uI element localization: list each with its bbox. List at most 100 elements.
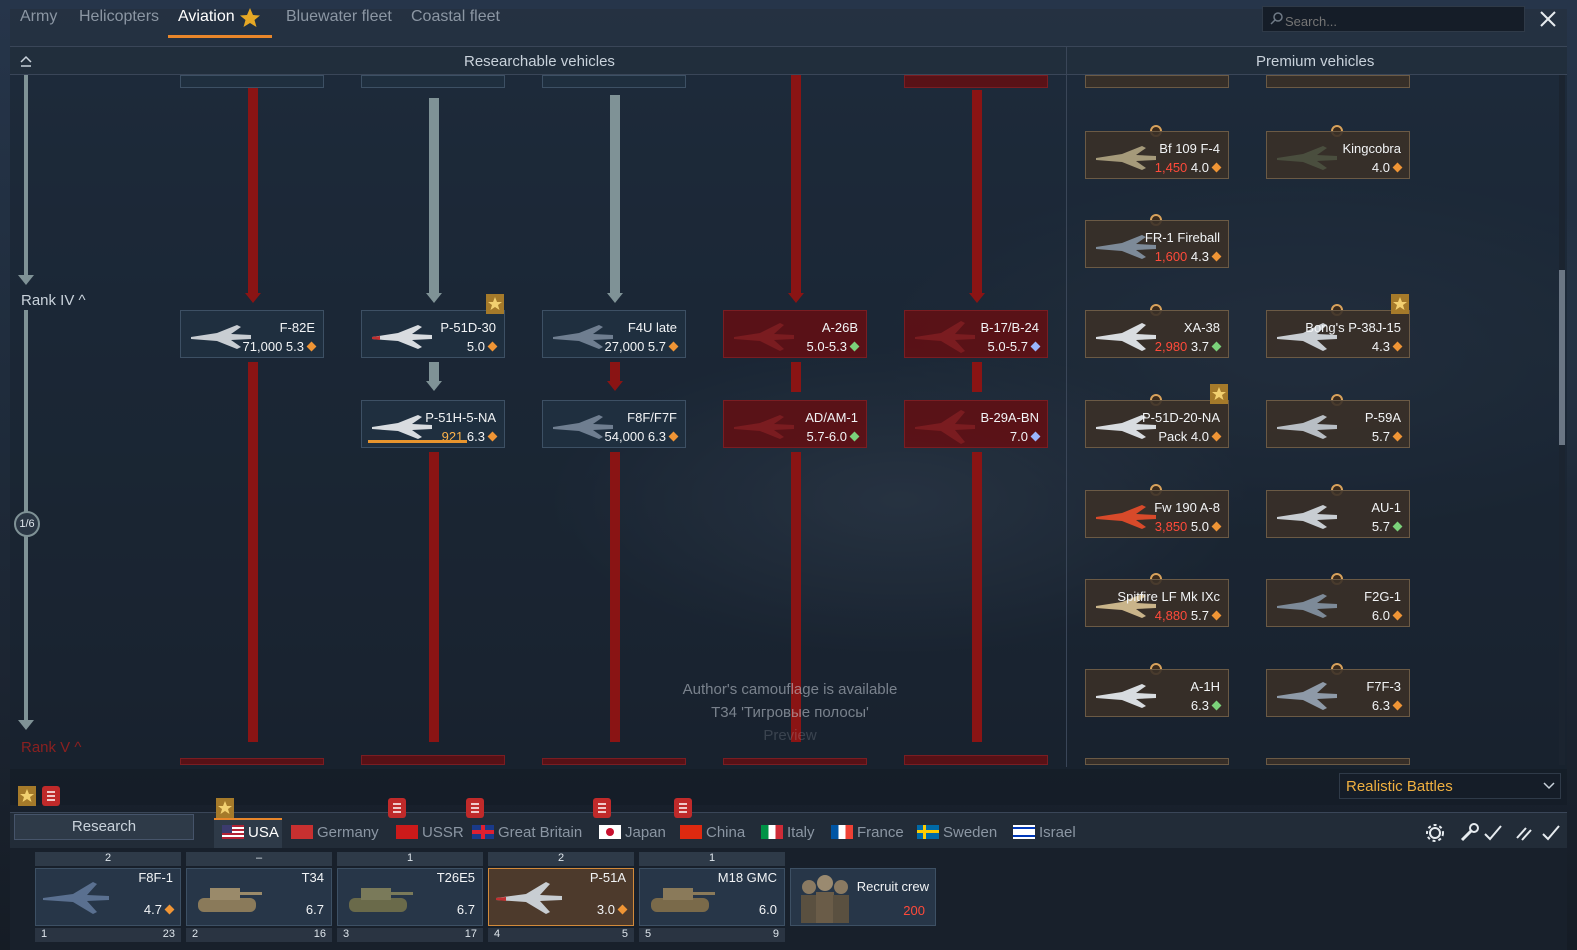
vehicle-name: B-17/B-24	[980, 320, 1039, 335]
tree-line	[791, 75, 801, 294]
recruit-crew-button[interactable]: Recruit crew 200	[790, 868, 936, 926]
premium-card-partial[interactable]	[1266, 758, 1410, 765]
vehicle-card-partial[interactable]	[361, 75, 505, 88]
premium-card-fr1-fireball[interactable]: FR-1 Fireball 1,600 4.3	[1085, 220, 1229, 268]
premium-card-partial[interactable]	[1085, 758, 1229, 765]
wrench-icon[interactable]	[1458, 823, 1480, 843]
rank-v-label: Rank V ^	[21, 739, 82, 756]
premium-card-xa38[interactable]: XA-38 2,980 3.7	[1085, 310, 1229, 358]
vehicle-card-partial[interactable]	[180, 75, 324, 88]
research-progress-bar	[368, 440, 467, 443]
nation-germany[interactable]: Germany	[291, 824, 379, 841]
crew-slot-5[interactable]: 1 M18 GMC 6.0 59	[639, 852, 785, 944]
crew-slot-2[interactable]: – T34 6.7 2 16	[186, 852, 332, 944]
premium-card-bf109-f4[interactable]: Bf 109 F-4 1,450 4.0	[1085, 131, 1229, 179]
vehicle-card-a26b[interactable]: A-26B 5.0-5.3	[723, 310, 867, 358]
crew-slot-3[interactable]: 1 T26E5 6.7 3 17	[337, 852, 483, 944]
preview-link[interactable]: Preview	[640, 724, 940, 747]
collapse-chevron-icon[interactable]	[18, 54, 34, 68]
tab-aviation[interactable]: Aviation	[178, 8, 235, 26]
tree-scrollbar-thumb[interactable]	[1559, 270, 1565, 445]
premium-card-p59a[interactable]: P-59A 5.7	[1266, 400, 1410, 448]
vehicle-card-b29a-bn[interactable]: B-29A-BN 7.0	[904, 400, 1048, 448]
nation-great-britain[interactable]: Great Britain	[472, 824, 582, 841]
tab-helicopters[interactable]: Helicopters	[79, 8, 159, 26]
nation-japan[interactable]: Japan	[599, 824, 666, 841]
crew-slot-4[interactable]: 2 P-51A 3.0 45	[488, 852, 634, 944]
vehicle-stats: 4.3	[1372, 339, 1403, 354]
premium-card-p51d-20-na[interactable]: P-51D-20-NA Pack 4.0	[1085, 400, 1229, 448]
premium-card-spitfire-lf-mk-ixc[interactable]: Spitfire LF Mk IXc 4,880 5.7	[1085, 579, 1229, 627]
slot-top-count: –	[186, 852, 332, 866]
vehicle-br: 3.0	[597, 902, 628, 917]
aircraft-icon	[1096, 146, 1156, 170]
tab-army[interactable]: Army	[20, 8, 57, 26]
vehicle-card-partial[interactable]	[904, 75, 1048, 88]
premium-card-fw190-a8[interactable]: Fw 190 A-8 3,850 5.0	[1085, 490, 1229, 538]
gold-star-badge-icon	[486, 294, 504, 314]
close-icon[interactable]	[1536, 7, 1560, 31]
tank-icon	[651, 888, 715, 912]
nation-israel[interactable]: Israel	[1013, 824, 1076, 841]
vehicle-name: AD/AM-1	[805, 410, 858, 425]
vehicle-card-partial[interactable]	[542, 75, 686, 88]
premium-card-f7f3[interactable]: F7F-3 6.3	[1266, 669, 1410, 717]
nation-usa[interactable]: USA	[222, 824, 279, 841]
tab-coastal-fleet[interactable]: Coastal fleet	[411, 8, 500, 26]
vehicle-card-f8f-f7f[interactable]: F8F/F7F 54,000 6.3	[542, 400, 686, 448]
vehicle-name: P-51H-5-NA	[425, 410, 496, 425]
premium-card-au1[interactable]: AU-1 5.7	[1266, 490, 1410, 538]
premium-card-kingcobra[interactable]: Kingcobra 4.0	[1266, 131, 1410, 179]
nation-italy[interactable]: Italy	[761, 824, 815, 841]
search-input[interactable]	[1262, 6, 1525, 32]
premium-card-a1h[interactable]: A-1H 6.3	[1085, 669, 1229, 717]
nation-ussr[interactable]: USSR	[396, 824, 464, 841]
vehicle-stats: 71,000 5.3	[243, 339, 317, 354]
vehicle-card-f82e[interactable]: F-82E 71,000 5.3	[180, 310, 324, 358]
vehicle-card-partial[interactable]	[723, 758, 867, 765]
tree-arrow	[426, 293, 442, 303]
tab-bluewater-fleet[interactable]: Bluewater fleet	[286, 8, 392, 26]
vehicle-card-p51d-30[interactable]: P-51D-30 5.0	[361, 310, 505, 358]
vehicle-stats: 5.0-5.7	[988, 339, 1041, 354]
checkbox-icon[interactable]	[1540, 823, 1562, 843]
game-mode-select[interactable]: Realistic Battles	[1339, 773, 1561, 799]
nation-china[interactable]: China	[680, 824, 745, 841]
vehicle-card-p51h-5-na[interactable]: P-51H-5-NA 921 6.3	[361, 400, 505, 448]
page-indicator[interactable]: 1/6	[14, 511, 40, 537]
gold-star-badge-icon	[216, 798, 234, 818]
vehicle-card-partial[interactable]	[904, 755, 1048, 765]
tree-line	[972, 90, 982, 294]
research-button[interactable]: Research	[14, 814, 194, 840]
vehicle-card-b17-b24[interactable]: B-17/B-24 5.0-5.7	[904, 310, 1048, 358]
premium-card-partial[interactable]	[1085, 75, 1229, 88]
checkbox-icon[interactable]	[1482, 823, 1504, 843]
ammo-icon[interactable]	[1514, 823, 1536, 843]
nation-france[interactable]: France	[831, 824, 904, 841]
vehicle-name: B-29A-BN	[980, 410, 1039, 425]
squadron-badge-icon	[593, 798, 611, 818]
tree-arrow	[607, 381, 623, 391]
vehicle-stats: 6.0	[1372, 608, 1403, 623]
vehicle-card-ad-am-1[interactable]: AD/AM-1 5.7-6.0	[723, 400, 867, 448]
gear-icon[interactable]	[1424, 823, 1446, 843]
crew-slot-1[interactable]: 2 F8F-1 4.7 1 23	[35, 852, 181, 944]
vehicle-name: F4U late	[627, 320, 677, 335]
nation-sweden[interactable]: Sweden	[917, 824, 997, 841]
tree-frame	[10, 9, 1567, 769]
aircraft-icon	[1096, 505, 1156, 529]
vehicle-card-f4u-late[interactable]: F4U late 27,000 5.7	[542, 310, 686, 358]
vehicle-card-partial[interactable]	[361, 755, 505, 765]
premium-card-partial[interactable]	[1266, 75, 1410, 88]
notice-line-2: T34 'Тигровые полосы'	[711, 704, 869, 721]
vehicle-card-partial[interactable]	[180, 758, 324, 765]
vehicle-stats: Pack 4.0	[1158, 429, 1222, 444]
premium-card-f2g1[interactable]: F2G-1 6.0	[1266, 579, 1410, 627]
vehicle-br: 4.7	[144, 902, 175, 917]
aircraft-icon	[496, 882, 562, 914]
slot-top-count: 1	[639, 852, 785, 866]
vehicle-card-partial[interactable]	[542, 758, 686, 765]
aircraft-icon	[1277, 146, 1337, 170]
premium-card-bongs-p38j-15[interactable]: Bong's P-38J-15 4.3	[1266, 310, 1410, 358]
vehicle-stats: 5.0-5.3	[807, 339, 860, 354]
